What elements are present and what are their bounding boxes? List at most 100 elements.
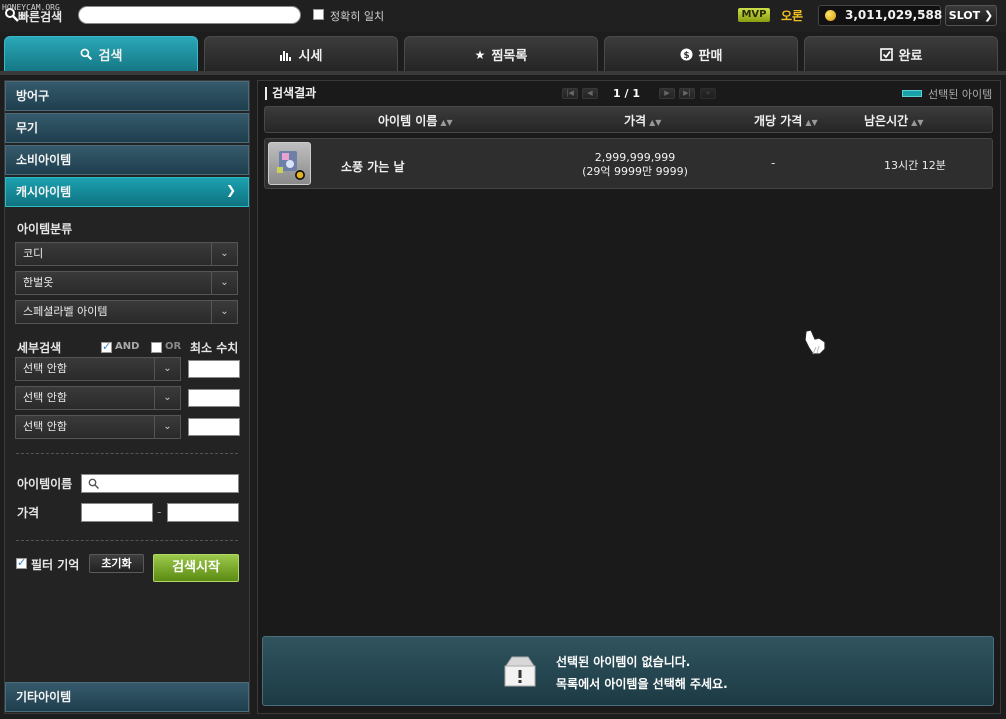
column-label: 가격 [624, 114, 647, 128]
chevron-down-icon: ⌄ [211, 272, 237, 294]
filter-memory-label: 필터 기억 [31, 558, 80, 572]
watermark: HONEYCAM.ORG [2, 3, 60, 12]
tab-label: 시세 [298, 49, 323, 64]
svg-text:$: $ [683, 51, 689, 61]
last-page-button[interactable]: ▶| [679, 88, 695, 99]
tab-label: 검색 [98, 49, 123, 64]
category-etc[interactable]: 기타아이템 [5, 682, 249, 712]
detail-search-label: 세부검색 [17, 341, 62, 355]
tab-search[interactable]: 검색 [4, 36, 198, 72]
next-page-button[interactable]: ▶ [659, 88, 675, 99]
empty-message-line2: 목록에서 아이템을 선택해 주세요. [556, 677, 728, 691]
chevron-right-icon: ❯ [984, 9, 994, 22]
category-consumable[interactable]: 소비아이템 [5, 145, 249, 175]
item-price-value: 2,999,999,999 [594, 151, 676, 164]
prev-page-button[interactable]: ◀ [582, 88, 598, 99]
detail-option-dropdown-1[interactable]: 선택 안함 ⌄ [15, 357, 181, 381]
min-value-label: 최소 수치 [190, 341, 239, 355]
category-armor[interactable]: 방어구 [5, 81, 249, 111]
chevron-down-icon: ⌄ [154, 416, 180, 438]
slot-button[interactable]: SLOT ❯ [945, 5, 997, 26]
dropdown-value: 코디 [23, 247, 44, 260]
first-page-button[interactable]: |◀ [562, 88, 578, 99]
selected-legend-label: 선택된 아이템 [928, 88, 993, 101]
empty-message-line1: 선택된 아이템이 없습니다. [556, 655, 691, 669]
sort-icon: ▲▼ [911, 118, 924, 127]
dropdown-value: 선택 안함 [23, 362, 67, 375]
tab-label: 찜목록 [491, 49, 528, 64]
item-name-input[interactable] [81, 474, 239, 493]
column-item-name[interactable]: 아이템 이름 ▲▼ [378, 112, 453, 129]
item-time-left: 13시간 12분 [884, 159, 946, 172]
chevron-down-icon: ⌄ [154, 387, 180, 409]
selected-legend-swatch [902, 90, 922, 97]
item-class-dropdown-3[interactable]: 스페셜라벨 아이템 ⌄ [15, 300, 238, 324]
hand-cursor-icon [804, 329, 826, 355]
check-icon [879, 48, 893, 61]
tab-divider [0, 71, 1006, 75]
empty-selection-bar [262, 636, 994, 706]
search-start-button[interactable]: 검색시작 [153, 554, 239, 582]
next-block-button[interactable]: » [700, 88, 716, 99]
item-class-label: 아이템분류 [17, 222, 73, 236]
detail-option-dropdown-2[interactable]: 선택 안함 ⌄ [15, 386, 181, 410]
dropdown-value: 한벌옷 [23, 276, 54, 289]
price-max-input[interactable] [167, 503, 239, 522]
dropdown-value: 선택 안함 [23, 420, 67, 433]
and-checkbox[interactable] [101, 340, 112, 353]
quick-search-input[interactable] [78, 6, 301, 24]
item-price: 2,999,999,999 (29억 9999만 9999) [560, 151, 710, 179]
slot-label: SLOT [948, 9, 981, 22]
detail-option-dropdown-3[interactable]: 선택 안함 ⌄ [15, 415, 181, 439]
category-weapon[interactable]: 무기 [5, 113, 249, 143]
server-name: 오론 [781, 9, 804, 23]
item-unit-price: - [771, 156, 776, 170]
divider [16, 540, 238, 541]
sort-icon: ▲▼ [805, 118, 818, 127]
reset-button[interactable]: 초기화 [89, 554, 144, 573]
filter-memory-checkbox[interactable] [16, 556, 27, 569]
column-time-left[interactable]: 남은시간 ▲▼ [864, 112, 923, 129]
tab-market-price[interactable]: 시세 [204, 36, 398, 72]
results-title: 검색결과 [265, 87, 316, 100]
column-label: 남은시간 [864, 114, 909, 128]
item-class-dropdown-1[interactable]: 코디 ⌄ [15, 242, 238, 266]
box-warning-icon [504, 656, 536, 687]
search-icon [80, 48, 92, 61]
chevron-down-icon: ⌄ [211, 243, 237, 265]
item-name-label: 아이템이름 [17, 477, 73, 491]
item-icon [277, 151, 305, 180]
divider [16, 453, 238, 454]
sell-icon: $ [680, 48, 693, 61]
chevron-down-icon: ⌄ [154, 358, 180, 380]
tab-wishlist[interactable]: ★ 찜목록 [404, 36, 598, 72]
price-min-input[interactable] [81, 503, 153, 522]
search-icon [88, 478, 100, 490]
chevron-down-icon: ⌄ [211, 301, 237, 323]
tab-label: 완료 [898, 49, 923, 64]
or-checkbox[interactable] [151, 342, 162, 353]
sort-icon: ▲▼ [649, 118, 662, 127]
price-range-dash: - [157, 505, 162, 519]
star-icon: ★ [474, 47, 486, 62]
exact-match-checkbox[interactable] [313, 9, 324, 20]
min-value-input-3[interactable] [188, 418, 240, 436]
dropdown-value: 선택 안함 [23, 391, 67, 404]
item-class-dropdown-2[interactable]: 한벌옷 ⌄ [15, 271, 238, 295]
column-price[interactable]: 가격 ▲▼ [624, 112, 661, 129]
min-value-input-2[interactable] [188, 389, 240, 407]
tab-complete[interactable]: 완료 [804, 36, 998, 72]
meso-coin-icon [825, 10, 836, 21]
tab-sell[interactable]: $ 판매 [604, 36, 798, 72]
item-name: 소풍 가는 날 [341, 160, 405, 174]
column-label: 아이템 이름 [378, 114, 438, 128]
min-value-input-1[interactable] [188, 360, 240, 378]
bar-chart-icon [279, 50, 291, 61]
page-indicator: 1 / 1 [613, 87, 640, 100]
category-cash[interactable]: 캐시아이템 [5, 177, 249, 207]
chevron-down-icon: ❯ [226, 183, 237, 197]
column-unit-price[interactable]: 개당 가격 ▲▼ [754, 112, 818, 129]
price-label: 가격 [17, 506, 40, 520]
exact-match-label: 정확히 일치 [330, 10, 385, 23]
sort-icon: ▲▼ [440, 118, 453, 127]
